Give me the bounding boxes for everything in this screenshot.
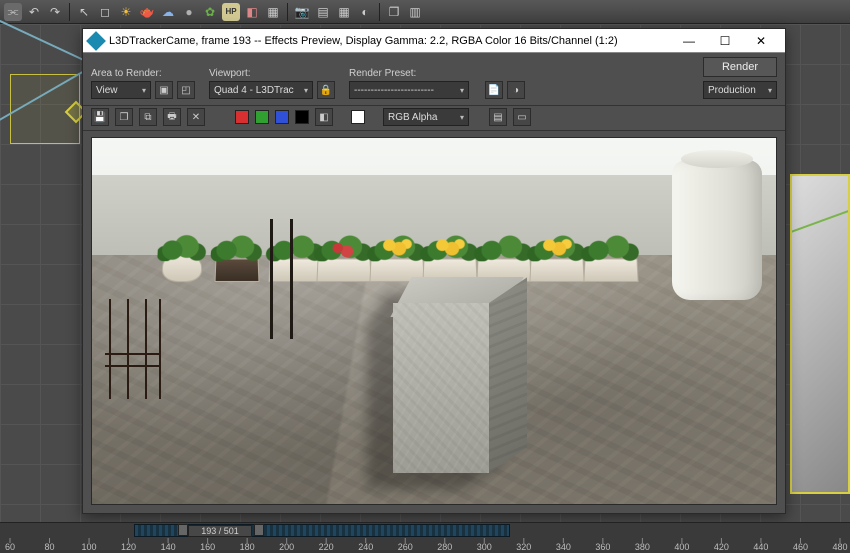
svg-text:240: 240 [358,542,373,550]
channel-dropdown[interactable]: RGB Alpha [383,108,469,126]
print-icon[interactable]: 🖶 [163,108,181,126]
chair [99,299,169,409]
svg-text:340: 340 [556,542,571,550]
timeline-handle-right[interactable] [254,524,264,536]
paint-icon[interactable]: ◧ [243,3,261,21]
redo-icon[interactable]: ↷ [46,3,64,21]
panel-icon[interactable]: ▥ [406,3,424,21]
area-to-render-label: Area to Render: [91,68,195,79]
link-icon[interactable]: ⫘ [4,3,22,21]
undo-icon[interactable]: ↶ [25,3,43,21]
window-title: L3DTrackerCame, frame 193 -- Effects Pre… [109,35,671,47]
concrete-block [393,277,533,477]
svg-text:80: 80 [45,542,55,550]
preset-load-icon[interactable]: 📄 [485,81,503,99]
plant-row [119,222,653,282]
mono-toggle-icon[interactable]: ◧ [315,108,333,126]
lock-icon[interactable]: 🔒 [317,81,335,99]
svg-text:420: 420 [714,542,729,550]
svg-text:220: 220 [319,542,334,550]
teapot-icon[interactable]: 🫖 [138,3,156,21]
leaf-icon[interactable]: ✿ [201,3,219,21]
pole [290,219,293,339]
channel-red-swatch[interactable] [235,110,249,124]
svg-text:260: 260 [398,542,413,550]
svg-text:460: 460 [793,542,808,550]
auto-region-icon[interactable]: ◰ [177,81,195,99]
snap-icon[interactable]: ▦ [264,3,282,21]
svg-text:440: 440 [753,542,768,550]
viewport-dropdown[interactable]: Quad 4 - L3DTrac [209,81,313,99]
copy-icon[interactable]: ❐ [115,108,133,126]
render-preset-dropdown[interactable]: ------------------------ [349,81,469,99]
svg-text:300: 300 [477,542,492,550]
grid-icon[interactable]: ▦ [335,3,353,21]
timeline-frame-indicator[interactable]: 193 / 501 [188,525,252,537]
material-icon[interactable]: ◐ [356,3,374,21]
separator [287,3,288,21]
window-titlebar[interactable]: L3DTrackerCame, frame 193 -- Effects Pre… [83,29,785,53]
pole [270,219,273,339]
frame-toggle-icon[interactable]: ▭ [513,108,531,126]
viewport-label: Viewport: [209,68,335,79]
channel-green-swatch[interactable] [255,110,269,124]
svg-text:180: 180 [240,542,255,550]
maximize-button[interactable]: ☐ [707,30,743,52]
svg-text:360: 360 [595,542,610,550]
svg-text:200: 200 [279,542,294,550]
render-icon[interactable]: ▤ [314,3,332,21]
timeline[interactable]: 193 / 501 60 80 100 120 140 160 180 200 220 240 26… [0,522,850,550]
bg-color-swatch[interactable] [351,110,365,124]
render-output-viewport[interactable] [91,137,777,505]
clear-icon[interactable]: ✕ [187,108,205,126]
render-preset-label: Render Preset: [349,68,525,79]
hp-icon[interactable]: HP [222,3,240,21]
render-controls-row1: Area to Render: View ▣ ◰ Viewport: Quad … [83,53,785,106]
production-dropdown[interactable]: Production [703,81,777,99]
svg-text:60: 60 [5,542,15,550]
svg-text:140: 140 [161,542,176,550]
channel-blue-swatch[interactable] [275,110,289,124]
render-button[interactable]: Render [703,57,777,77]
separator [69,3,70,21]
region-icon[interactable]: ▣ [155,81,173,99]
camera-icon[interactable]: 📷 [293,3,311,21]
svg-text:120: 120 [121,542,136,550]
close-button[interactable]: ✕ [743,30,779,52]
cursor-icon[interactable]: ↖ [75,3,93,21]
render-controls-row2: 💾 ❐ ⧉ 🖶 ✕ ◧ RGB Alpha ▤ ▭ [83,106,785,131]
area-to-render-dropdown[interactable]: View [91,81,151,99]
separator [379,3,380,21]
svg-text:280: 280 [437,542,452,550]
water-tank [672,160,762,300]
timeline-handle-left[interactable] [178,524,188,536]
svg-text:380: 380 [635,542,650,550]
secondary-viewport[interactable] [790,174,850,494]
svg-text:480: 480 [832,542,847,550]
svg-text:100: 100 [82,542,97,550]
main-toolbar: ⫘ ↶ ↷ ↖ ◻ ☀ 🫖 ☁ ● ✿ HP ◧ ▦ 📷 ▤ ▦ ◐ ❐ ▥ [0,0,850,24]
svg-text:160: 160 [200,542,215,550]
minimize-button[interactable]: — [671,30,707,52]
svg-text:400: 400 [674,542,689,550]
layers-icon[interactable]: ❐ [385,3,403,21]
clone-icon[interactable]: ⧉ [139,108,157,126]
overlay-toggle-icon[interactable]: ▤ [489,108,507,126]
preset-settings-icon[interactable]: ◑ [507,81,525,99]
channel-alpha-swatch[interactable] [295,110,309,124]
save-image-icon[interactable]: 💾 [91,108,109,126]
svg-text:320: 320 [516,542,531,550]
rendered-image [92,138,776,504]
select-icon[interactable]: ◻ [96,3,114,21]
sphere-icon[interactable]: ● [180,3,198,21]
render-frame-window: L3DTrackerCame, frame 193 -- Effects Pre… [82,28,786,514]
cloud-icon[interactable]: ☁ [159,3,177,21]
sun-icon[interactable]: ☀ [117,3,135,21]
app-icon [86,31,106,51]
